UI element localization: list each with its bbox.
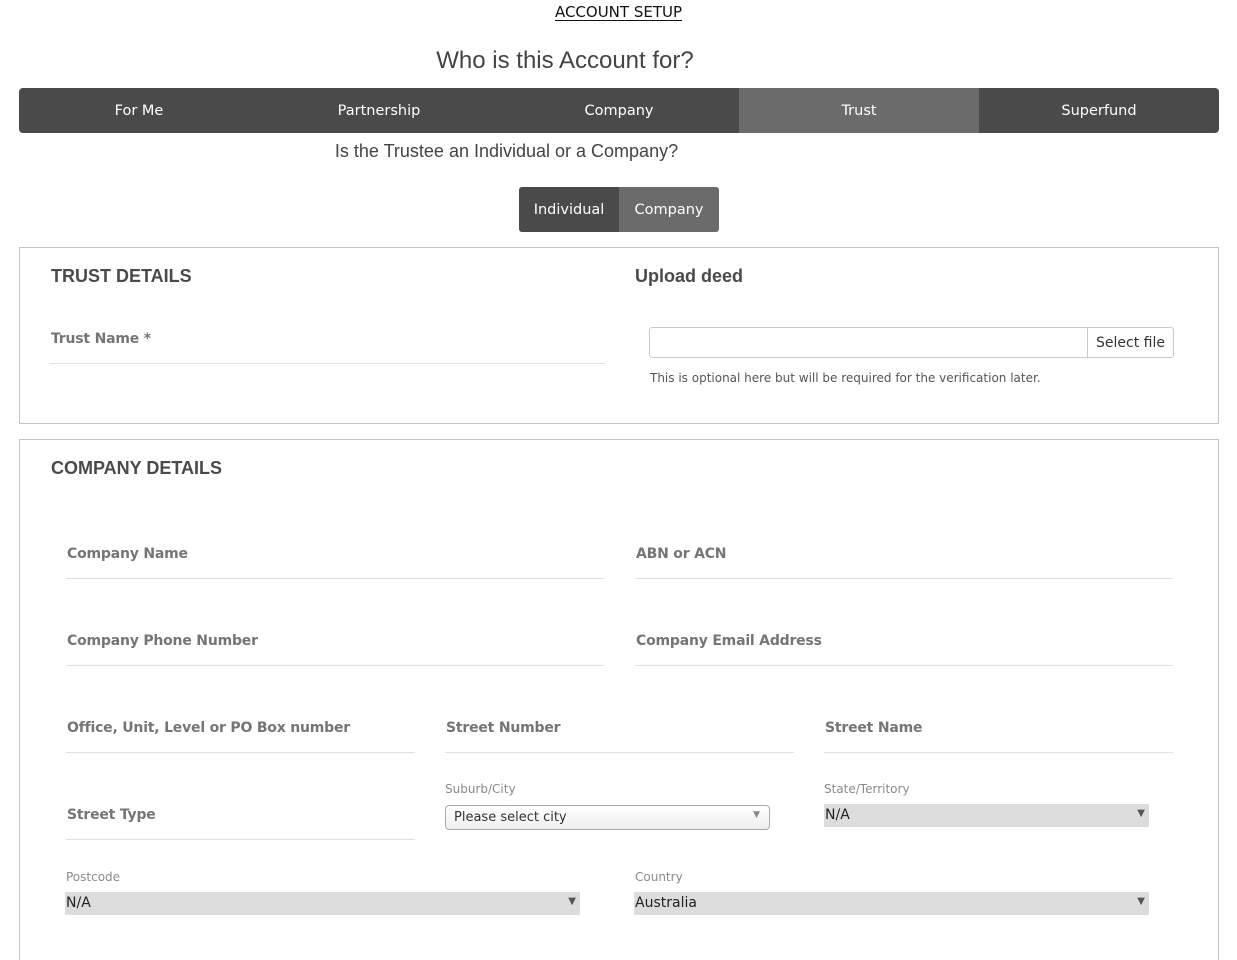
caret-down-icon: ▼ [568,896,576,907]
account-type-tabs: For Me Partnership Company Trust Superfu… [19,88,1219,133]
office-unit-field[interactable]: Office, Unit, Level or PO Box number [66,708,415,753]
street-number-field[interactable]: Street Number [445,708,794,753]
postcode-label: Postcode [66,870,121,884]
state-value: N/A [825,807,850,823]
company-email-label: Company Email Address [636,633,822,649]
tab-superfund[interactable]: Superfund [979,88,1219,133]
company-phone-field[interactable]: Company Phone Number [66,621,604,666]
street-type-field[interactable]: Street Type [66,795,415,840]
trustee-individual-button[interactable]: Individual [519,187,619,232]
state-label: State/Territory [824,782,910,796]
caret-down-icon: ▼ [1137,808,1145,819]
abn-acn-label: ABN or ACN [636,546,727,562]
trust-details-panel: TRUST DETAILS Trust Name * Upload deed S… [19,247,1219,424]
trustee-company-button[interactable]: Company [619,187,719,232]
company-phone-label: Company Phone Number [67,633,258,649]
trustee-question: Is the Trustee an Individual or a Compan… [334,141,679,161]
country-label: Country [635,870,683,884]
tab-company[interactable]: Company [499,88,739,133]
select-file-button[interactable]: Select file [1087,328,1173,357]
company-name-label: Company Name [67,546,188,562]
trust-name-field[interactable]: Trust Name * [50,319,605,364]
trustee-type-toggle: Individual Company [519,187,719,232]
company-email-field[interactable]: Company Email Address [635,621,1173,666]
company-name-field[interactable]: Company Name [66,534,604,579]
account-question: Who is this Account for? [436,47,694,74]
tab-for-me[interactable]: For Me [19,88,259,133]
postcode-value: N/A [66,895,91,911]
upload-deed-title: Upload deed [635,266,744,286]
suburb-value: Please select city [454,810,567,825]
tab-partnership[interactable]: Partnership [259,88,499,133]
deed-file-input[interactable]: Select file [649,327,1174,358]
street-number-label: Street Number [446,720,561,736]
country-value: Australia [635,895,697,911]
caret-down-icon: ▼ [753,810,760,820]
tab-trust[interactable]: Trust [739,88,979,133]
trust-details-title: TRUST DETAILS [51,266,192,286]
abn-acn-field[interactable]: ABN or ACN [635,534,1173,579]
page-heading: ACCOUNT SETUP [554,3,683,21]
street-type-label: Street Type [67,807,156,823]
company-details-title: COMPANY DETAILS [51,458,223,478]
suburb-select[interactable]: Please select city ▼ [445,805,770,830]
upload-hint: This is optional here but will be requir… [650,371,1041,385]
country-select[interactable]: Australia ▼ [634,892,1149,915]
postcode-select[interactable]: N/A ▼ [65,892,580,915]
suburb-label: Suburb/City [445,782,516,796]
company-details-panel: COMPANY DETAILS Company Name ABN or ACN … [19,439,1219,960]
office-unit-label: Office, Unit, Level or PO Box number [67,720,350,736]
state-select[interactable]: N/A ▼ [824,804,1149,827]
street-name-label: Street Name [825,720,923,736]
street-name-field[interactable]: Street Name [824,708,1173,753]
trust-name-label: Trust Name * [51,331,151,347]
caret-down-icon: ▼ [1137,896,1145,907]
